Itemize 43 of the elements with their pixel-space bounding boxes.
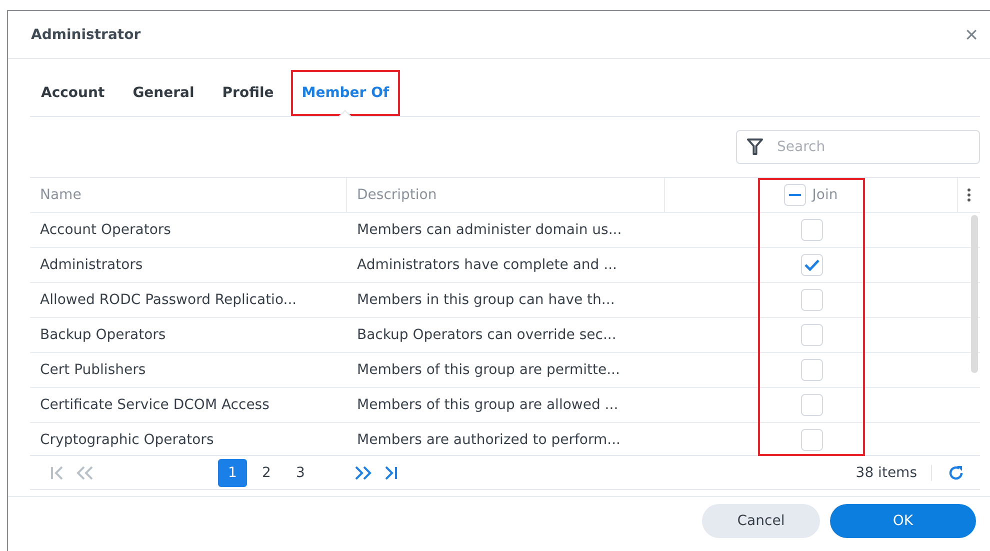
column-header[interactable]: Name bbox=[30, 178, 347, 212]
table-cell-text: Members can administer domain us... bbox=[356, 222, 623, 238]
checkbox[interactable] bbox=[800, 324, 822, 346]
page-button[interactable]: 2 bbox=[252, 458, 281, 486]
page-button[interactable]: 1 bbox=[218, 458, 247, 486]
checkbox[interactable] bbox=[800, 289, 822, 311]
scrollbar[interactable] bbox=[971, 215, 978, 373]
more-icon[interactable] bbox=[967, 188, 971, 202]
table-cell-text: Members of this group are permitte... bbox=[356, 362, 621, 378]
table-cell-text: Allowed RODC Password Replicatio... bbox=[39, 292, 298, 308]
close-button[interactable]: × bbox=[965, 24, 978, 46]
checkbox[interactable] bbox=[800, 254, 822, 276]
cancel-button[interactable]: Cancel bbox=[702, 504, 820, 538]
item-count: 38 items bbox=[856, 464, 932, 480]
page-button[interactable]: 3 bbox=[286, 458, 315, 486]
filter-icon bbox=[747, 138, 763, 156]
table-cell-text: Backup Operators bbox=[39, 327, 167, 343]
table-cell-text: Account Operators bbox=[39, 222, 172, 238]
window-title: Administrator bbox=[31, 26, 141, 42]
tab[interactable]: Account bbox=[30, 70, 116, 116]
table-cell-text: Backup Operators can override sec... bbox=[356, 327, 618, 343]
checkbox[interactable] bbox=[800, 429, 822, 451]
tab[interactable]: Profile bbox=[211, 70, 285, 116]
table-cell-text: Cert Publishers bbox=[39, 362, 147, 378]
ok-button[interactable]: OK bbox=[830, 504, 976, 538]
checkbox[interactable] bbox=[800, 359, 822, 381]
checkbox[interactable] bbox=[800, 394, 822, 416]
table-cell-text: Members of this group are allowed ... bbox=[356, 397, 620, 413]
checkmark-icon bbox=[804, 259, 820, 271]
search-field[interactable]: Search bbox=[736, 130, 980, 164]
table-cell-text: Members in this group can have th... bbox=[356, 292, 616, 308]
table-cell-text: Cryptographic Operators bbox=[39, 432, 215, 448]
select-all-checkbox[interactable] bbox=[784, 184, 806, 206]
table-cell-text: Administrators bbox=[39, 257, 144, 273]
tab[interactable]: General bbox=[122, 70, 206, 116]
table-cell-text: Certificate Service DCOM Access bbox=[39, 397, 270, 413]
column-header[interactable]: Join bbox=[812, 187, 838, 203]
tab[interactable]: Member Of bbox=[290, 70, 400, 116]
table-cell-text: Administrators have complete and ... bbox=[356, 257, 618, 273]
table-cell-text: Members are authorized to perform... bbox=[356, 432, 622, 448]
minus-icon bbox=[789, 194, 802, 196]
column-header[interactable]: Description bbox=[347, 178, 665, 212]
checkbox[interactable] bbox=[800, 219, 822, 241]
